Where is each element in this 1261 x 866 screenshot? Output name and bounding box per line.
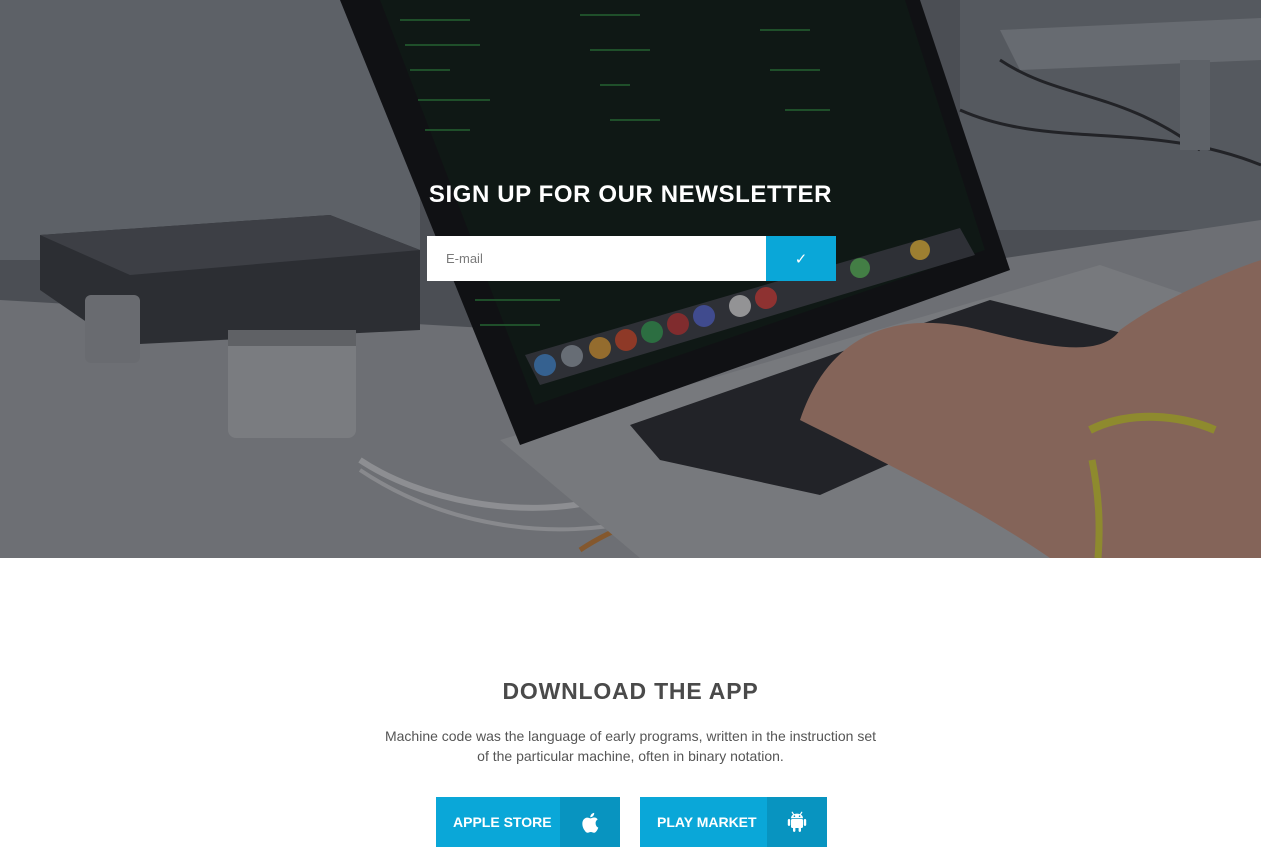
checkmark-icon: ✓: [794, 249, 808, 268]
newsletter-form: ✓: [427, 236, 836, 281]
download-title: DOWNLOAD THE APP: [502, 678, 759, 704]
apple-store-button[interactable]: APPLE STORE: [436, 797, 620, 847]
newsletter-hero: SIGN UP FOR OUR NEWSLETTER ✓: [0, 0, 1261, 558]
play-market-label: PLAY MARKET: [657, 814, 757, 830]
android-icon: [767, 797, 827, 847]
email-input[interactable]: [427, 236, 766, 281]
apple-store-label: APPLE STORE: [453, 814, 552, 830]
newsletter-title: SIGN UP FOR OUR NEWSLETTER: [428, 181, 833, 208]
apple-icon: [560, 797, 620, 847]
play-market-button[interactable]: PLAY MARKET: [640, 797, 827, 847]
newsletter-submit-button[interactable]: ✓: [766, 236, 836, 281]
download-description: Machine code was the language of early p…: [384, 728, 877, 764]
download-app-section: DOWNLOAD THE APP Machine code was the la…: [0, 558, 1261, 866]
